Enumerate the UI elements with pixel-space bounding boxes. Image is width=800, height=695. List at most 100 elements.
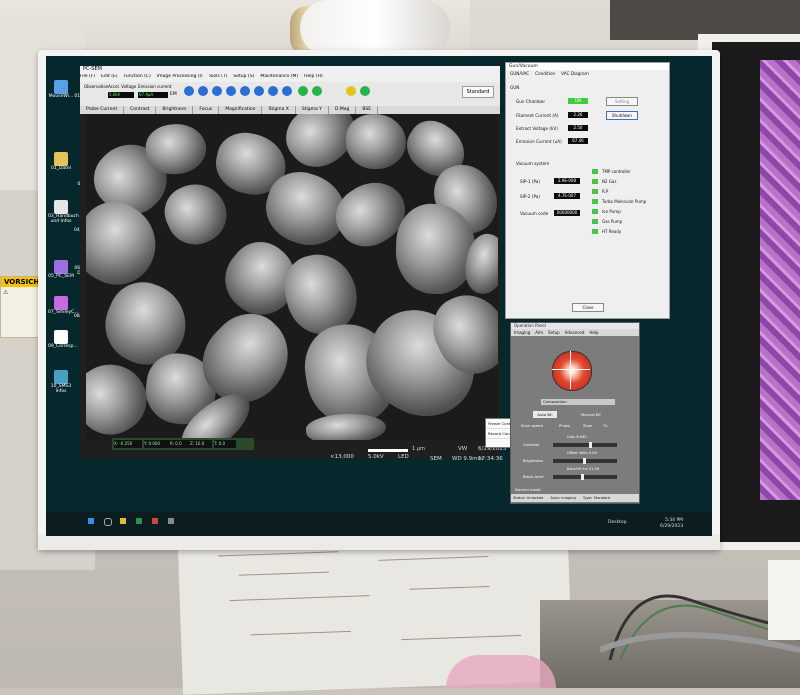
sem-tab[interactable]: BSE bbox=[356, 106, 379, 114]
emission-field[interactable]: 67.4µA bbox=[138, 92, 168, 98]
folder-icon[interactable] bbox=[120, 518, 126, 524]
search-icon[interactable] bbox=[104, 518, 112, 526]
sem-tab[interactable]: Contrast bbox=[124, 106, 157, 114]
toolbar-btn-2[interactable] bbox=[198, 86, 208, 96]
brightness-knob[interactable] bbox=[583, 458, 586, 464]
detector-disc-icon[interactable] bbox=[552, 351, 592, 391]
desktop-icon[interactable]: 03_Handbuch und Infos bbox=[48, 200, 79, 225]
monitor-chin bbox=[38, 534, 720, 550]
status-segment: Z: 10.0 bbox=[190, 440, 212, 448]
status-led bbox=[592, 199, 598, 204]
toolbar-btn-5[interactable] bbox=[240, 86, 250, 96]
toolbar-btn-yellow[interactable] bbox=[346, 86, 356, 96]
status-led bbox=[592, 219, 598, 224]
sem-tab[interactable]: Magnification bbox=[219, 106, 263, 114]
sem-tab[interactable]: D.Mag bbox=[329, 106, 357, 114]
contrast-slider[interactable] bbox=[553, 443, 617, 447]
status-segment: Y: 0.000 bbox=[144, 440, 172, 448]
sem-menu-item[interactable]: Tools (T) bbox=[209, 74, 228, 79]
type-text: Type: Standard bbox=[582, 496, 610, 500]
accel-voltage-field[interactable]: 5.0kV bbox=[108, 92, 134, 98]
sem-menu-item[interactable]: Help (H) bbox=[304, 74, 323, 79]
sem-title: PC-SEM bbox=[83, 66, 102, 72]
status-text: Status: Unlocked bbox=[513, 496, 544, 500]
imaging-menu-item[interactable]: Setup bbox=[548, 330, 560, 335]
desktop-icon[interactable]: 07_SmileyC... bbox=[48, 296, 79, 316]
desktop-icon-label: 10_SMS3 Infos bbox=[50, 384, 72, 394]
desktop-icon[interactable]: 01_Datei bbox=[48, 152, 74, 172]
toolbar-btn-4[interactable] bbox=[226, 86, 236, 96]
desktop-icon[interactable]: 09_Corresp... bbox=[48, 330, 78, 350]
accel-readout: 5.0kV bbox=[368, 454, 384, 460]
imaging-menu-item[interactable]: Imaging bbox=[514, 330, 530, 335]
start-icon[interactable] bbox=[88, 518, 94, 524]
desktop-icon[interactable]: 05_PC_SEM bbox=[48, 260, 74, 280]
blacklevel-knob[interactable] bbox=[581, 474, 584, 480]
toolbar-btn-green-3[interactable] bbox=[360, 86, 370, 96]
toolbar-btn-green-2[interactable] bbox=[312, 86, 322, 96]
disc-crosshair-h bbox=[552, 369, 590, 370]
sip1-value: 2.9E-008 bbox=[554, 178, 580, 184]
emission-current-value: 67.46 bbox=[568, 138, 588, 144]
obs-mode-label: Observation bbox=[84, 84, 109, 89]
desktop-app-icon bbox=[54, 80, 68, 94]
desktop-label[interactable]: Desktop bbox=[608, 520, 627, 525]
particle bbox=[86, 189, 171, 299]
manual-bc-label[interactable]: Manual BC bbox=[581, 412, 601, 417]
auto-bc-button[interactable]: Auto BC bbox=[533, 411, 557, 418]
sem-image[interactable] bbox=[86, 114, 498, 440]
sem-tab[interactable]: Probe Current bbox=[80, 106, 125, 114]
app-icon-2[interactable] bbox=[152, 518, 158, 524]
sem-menu-item[interactable]: Function (C) bbox=[124, 74, 151, 79]
status-led bbox=[592, 189, 598, 194]
toolbar-btn-1[interactable] bbox=[184, 86, 194, 96]
vac-status-label: HT Ready bbox=[602, 229, 622, 234]
imaging-menu-item[interactable]: Advanced bbox=[565, 330, 585, 335]
status-segment: X: -0.250 bbox=[114, 440, 142, 448]
sem-tabs: Probe Current Contrast Brightness Focus Magn… bbox=[80, 106, 500, 114]
close-button[interactable]: Close bbox=[572, 303, 604, 312]
sem-tab[interactable]: Stigma Y bbox=[296, 106, 329, 114]
desktop-app-icon bbox=[54, 200, 68, 214]
toolbar-btn-3[interactable] bbox=[212, 86, 222, 96]
shutdown-button[interactable]: Shutdown bbox=[606, 111, 638, 120]
filament-value: 2.26 bbox=[568, 112, 588, 118]
scan-photo[interactable]: Photo bbox=[559, 423, 570, 428]
gun-tab[interactable]: Condition bbox=[535, 71, 555, 76]
toolbar-btn-7[interactable] bbox=[268, 86, 278, 96]
desktop-icon-label: 03_Handbuch und Infos bbox=[48, 214, 79, 224]
sem-menu-item[interactable]: File (F) bbox=[80, 74, 95, 79]
gun-dialog-title: Gun/Vacuum bbox=[506, 63, 669, 70]
emission-current-label: Emission Current (uA) bbox=[516, 139, 562, 144]
sip2-value: 4.7E-007 bbox=[554, 193, 580, 199]
sem-menu-item[interactable]: Image Processing (I) bbox=[157, 74, 203, 79]
toolbar-btn-6[interactable] bbox=[254, 86, 264, 96]
toolbar-btn-green-1[interactable] bbox=[298, 86, 308, 96]
toolbar-btn-8[interactable] bbox=[282, 86, 292, 96]
gun-tab[interactable]: GUN/VAC bbox=[510, 71, 529, 76]
offset-label: Offset Volts 0.04 bbox=[567, 451, 597, 455]
sem-menu-item[interactable]: Setup (S) bbox=[233, 74, 254, 79]
composition-field[interactable]: Composition bbox=[541, 399, 615, 405]
desktop-icon[interactable]: 10_SMS3 Infos bbox=[48, 370, 74, 395]
setting-button[interactable]: Setting bbox=[606, 97, 638, 106]
standard-button[interactable]: Standard bbox=[462, 86, 494, 98]
contrast-knob[interactable] bbox=[589, 442, 592, 448]
gun-tab[interactable]: VAC Diagram bbox=[561, 71, 589, 76]
sem-tab[interactable]: Stigma X bbox=[262, 106, 296, 114]
blacklevel-slider[interactable] bbox=[553, 475, 617, 479]
desktop-icon[interactable]: MouseWi... bbox=[48, 80, 74, 100]
sem-menu-item[interactable]: Maintenance (M) bbox=[260, 74, 298, 79]
sem-tab[interactable]: Focus bbox=[193, 106, 220, 114]
scan-slow[interactable]: Slow bbox=[583, 423, 592, 428]
desktop-icon-label: 07_SmileyC... bbox=[48, 310, 79, 315]
app-icon-1[interactable] bbox=[136, 518, 142, 524]
app-icon-3[interactable] bbox=[168, 518, 174, 524]
tray-clock[interactable]: 5:34 PM 6/29/2023 bbox=[660, 518, 683, 530]
scan-tv[interactable]: Tv bbox=[603, 423, 608, 428]
imaging-menu-item[interactable]: Aim bbox=[535, 330, 543, 335]
sem-tab[interactable]: Brightness bbox=[156, 106, 194, 114]
sem-menu-item[interactable]: Edit (E) bbox=[101, 74, 118, 79]
imaging-menu-item[interactable]: Help bbox=[589, 330, 598, 335]
gun-dialog-tabs: GUN/VAC Condition VAC Diagram bbox=[506, 70, 669, 78]
